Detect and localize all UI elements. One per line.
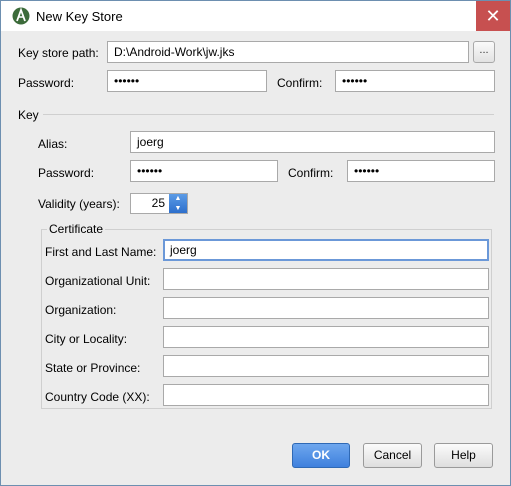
certificate-legend: Certificate [47, 222, 106, 236]
close-icon[interactable]: ✕ [476, 1, 510, 31]
key-password-label: Password: [38, 166, 95, 180]
org-unit-input[interactable] [163, 268, 489, 290]
key-confirm-field[interactable]: •••••• [347, 160, 495, 182]
validity-value: 25 [151, 196, 165, 210]
key-confirm-label: Confirm: [288, 166, 334, 180]
organization-input[interactable] [163, 297, 489, 319]
help-button[interactable]: Help [434, 443, 493, 468]
key-section-label: Key [18, 108, 39, 122]
city-locality-input[interactable] [163, 326, 489, 348]
org-unit-label: Organizational Unit: [45, 274, 151, 288]
state-province-input[interactable] [163, 355, 489, 377]
new-key-store-dialog: New Key Store ✕ Key store path: D:\Andro… [0, 0, 511, 486]
browse-button[interactable]: ... [473, 41, 495, 63]
key-store-path-label: Key store path: [18, 46, 99, 60]
first-last-name-label: First and Last Name: [45, 245, 157, 259]
spinner-buttons: ▲ ▼ [169, 194, 187, 213]
keystore-confirm-label: Confirm: [277, 76, 323, 90]
city-locality-label: City or Locality: [45, 332, 128, 346]
ok-button[interactable]: OK [292, 443, 350, 468]
alias-label: Alias: [38, 137, 68, 151]
first-last-name-input[interactable]: joerg [163, 239, 489, 261]
key-password-field[interactable]: •••••• [130, 160, 278, 182]
organization-label: Organization: [45, 303, 117, 317]
key-store-path-input[interactable]: D:\Android-Work\jw.jks [107, 41, 469, 63]
android-studio-icon [12, 7, 30, 25]
dialog-title: New Key Store [36, 9, 123, 24]
spinner-up-icon[interactable]: ▲ [169, 194, 187, 203]
cancel-button[interactable]: Cancel [363, 443, 422, 468]
key-section-divider [43, 114, 494, 115]
keystore-password-field[interactable]: •••••• [107, 70, 267, 92]
validity-spinner[interactable]: 25 ▲ ▼ [130, 193, 188, 214]
state-province-label: State or Province: [45, 361, 141, 375]
keystore-confirm-field[interactable]: •••••• [335, 70, 495, 92]
alias-input[interactable]: joerg [130, 131, 495, 153]
title-bar: New Key Store ✕ [1, 1, 510, 31]
country-code-label: Country Code (XX): [45, 390, 150, 404]
keystore-password-label: Password: [18, 76, 75, 90]
spinner-down-icon[interactable]: ▼ [169, 204, 187, 213]
validity-label: Validity (years): [38, 197, 120, 211]
country-code-input[interactable] [163, 384, 489, 406]
